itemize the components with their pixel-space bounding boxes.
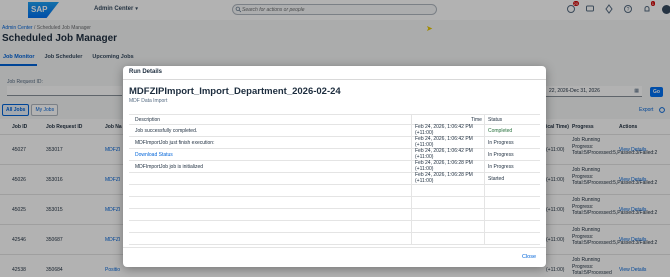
status-cell: In Progress [488,140,514,146]
dialog-title: MDFZIPImport_Import_Department_2026-02-2… [129,86,341,97]
time-cell: Feb 24, 2026, 1:06:28 PM (+11:00) [415,172,473,184]
dialog-subtitle: MDF Data Import [129,98,168,104]
time-cell: Feb 24, 2026, 1:06:42 PM (+11:00) [415,148,473,160]
table-row: Download Status Feb 24, 2026, 1:06:42 PM… [129,148,540,161]
time-cell: Feb 24, 2026, 1:06:42 PM (+11:00) [415,136,473,148]
status-cell: Completed [488,128,513,134]
status-cell: In Progress [488,152,514,158]
table-row: Job successfully completed. Feb 24, 2026… [129,124,540,137]
table-row: MDFImportJob job is initialized Feb 24, … [129,160,540,173]
description-cell: MDFImportJob just finish execution: [135,140,215,146]
col-status: Status [488,117,503,123]
table-row: MDFImportJob just finish execution: Feb … [129,136,540,149]
time-cell: Feb 24, 2026, 1:06:28 PM (+11:00) [415,160,473,172]
empty-row [129,197,540,209]
table-header: Description Time Status [129,115,540,125]
dialog-footer: Close [123,247,546,267]
col-description: Description [135,117,161,123]
empty-row [129,185,540,197]
description-cell: MDFImportJob job is initialized [135,164,204,170]
description-cell: Job successfully completed. [135,128,198,134]
status-cell: Started [488,176,505,182]
run-details-table: Description Time Status Job successfully… [129,114,540,245]
download-status-link[interactable]: Download Status [135,152,173,158]
close-button[interactable]: Close [522,254,536,260]
col-time: Time [471,117,482,123]
time-zone: (+11:00) [415,177,434,184]
empty-row [129,221,540,233]
status-cell: In Progress [488,164,514,170]
time-cell: Feb 24, 2026, 1:06:42 PM (+11:00) [415,124,473,136]
dialog-header: Run Details [123,66,546,80]
empty-row [129,209,540,221]
empty-row [129,233,540,245]
run-details-dialog: Run Details MDFZIPImport_Import_Departme… [123,66,546,267]
table-row: Feb 24, 2026, 1:06:28 PM (+11:00) Started [129,172,540,185]
